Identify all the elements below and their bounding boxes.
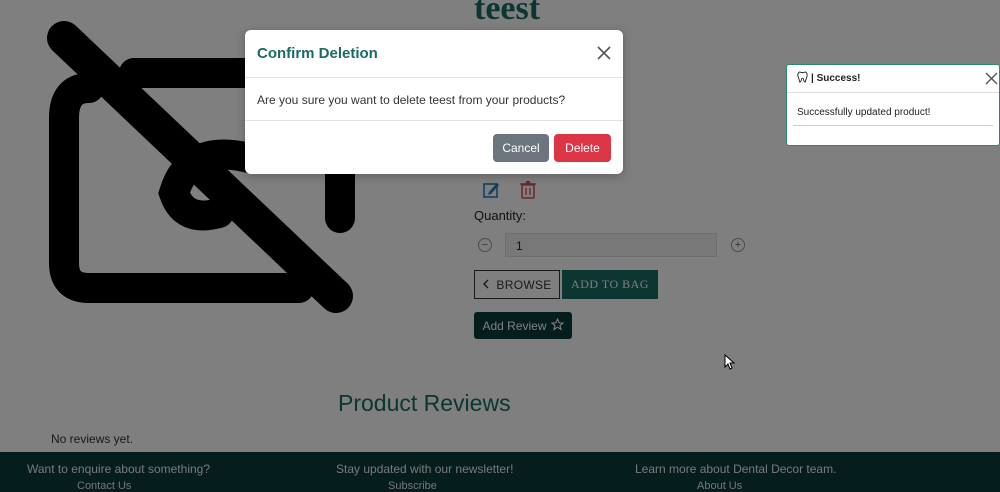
toast-divider xyxy=(793,125,993,126)
close-icon[interactable] xyxy=(595,44,613,62)
dialog-header: Confirm Deletion xyxy=(245,30,623,78)
toast-header: | Success! xyxy=(787,65,999,93)
toast-message: Successfully updated product! xyxy=(797,107,931,118)
delete-button[interactable]: Delete xyxy=(554,134,611,162)
dialog-message: Are you sure you want to delete teest fr… xyxy=(257,93,566,107)
toast-title: | Success! xyxy=(811,73,861,84)
tooth-icon xyxy=(797,71,808,86)
dialog-footer: Cancel Delete xyxy=(245,120,623,174)
confirm-deletion-dialog: Confirm Deletion Are you sure you want t… xyxy=(245,30,623,174)
cancel-button[interactable]: Cancel xyxy=(493,134,549,162)
dialog-title: Confirm Deletion xyxy=(257,45,378,62)
toast-close-icon[interactable] xyxy=(985,72,998,85)
mouse-cursor-icon xyxy=(724,353,736,375)
success-toast: | Success! Successfully updated product! xyxy=(786,64,1000,146)
